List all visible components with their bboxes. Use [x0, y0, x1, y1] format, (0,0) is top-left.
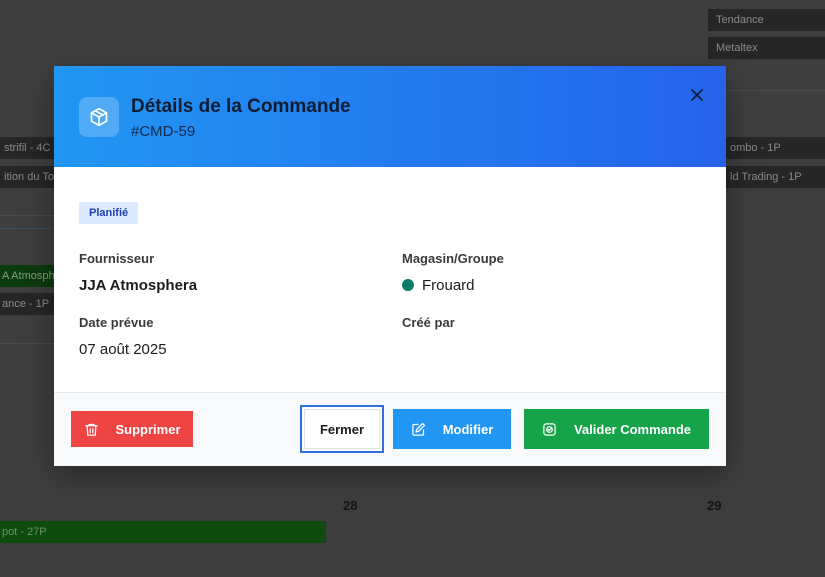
edit-button[interactable]: Modifier [393, 409, 511, 449]
modal-header: Détails de la Commande #CMD-59 [54, 66, 726, 167]
close-icon[interactable] [688, 86, 706, 104]
calendar-event: ition du To [0, 166, 54, 188]
calendar-gridline [0, 215, 54, 216]
calendar-event: ombo - 1P [726, 137, 825, 159]
validate-order-button-label: Valider Commande [573, 421, 692, 437]
calendar-event: A Atmosph [0, 265, 54, 287]
status-badge: Planifié [79, 202, 139, 224]
store-label: Magasin/Groupe [402, 251, 504, 266]
calendar-gridline [0, 228, 54, 229]
date-value: 07 août 2025 [79, 341, 167, 358]
date-label: Date prévue [79, 315, 154, 330]
store-value: Frouard [422, 277, 475, 294]
calendar-event: pot - 27P [0, 521, 326, 543]
created-by-label: Créé par [402, 315, 455, 330]
check-circle-icon [542, 421, 558, 437]
calendar-event: Metaltex [708, 37, 825, 59]
supplier-value: JJA Atmosphera [79, 277, 198, 294]
calendar-day-number: 29 [707, 498, 722, 513]
package-icon [79, 97, 119, 137]
calendar-event: strifil - 4C [0, 137, 54, 159]
delete-button-label: Supprimer [115, 421, 181, 437]
supplier-label: Fournisseur [79, 251, 155, 266]
calendar-event: Tendance [708, 9, 825, 31]
calendar-event: ld Trading - 1P [726, 166, 825, 188]
calendar-gridline [726, 90, 825, 91]
calendar-gridline [0, 343, 54, 344]
trash-icon [83, 421, 99, 437]
store-color-dot [402, 279, 414, 291]
validate-order-button[interactable]: Valider Commande [524, 409, 709, 449]
modal-footer: Supprimer Fermer Modifier Valider Comman… [54, 392, 726, 466]
edit-icon [411, 421, 427, 437]
order-details-modal: Détails de la Commande #CMD-59 Planifié … [54, 66, 726, 466]
edit-button-label: Modifier [442, 421, 494, 437]
calendar-event: ance - 1P [0, 293, 54, 315]
delete-button[interactable]: Supprimer [71, 411, 193, 447]
calendar-day-number: 28 [343, 498, 358, 513]
close-button-label: Fermer [319, 421, 365, 437]
store-value-container: Frouard [402, 277, 475, 294]
order-id: #CMD-59 [131, 123, 196, 140]
modal-title: Détails de la Commande [131, 96, 351, 117]
modal-body: Planifié Fournisseur JJA Atmosphera Maga… [54, 167, 726, 392]
close-button[interactable]: Fermer [300, 405, 384, 453]
